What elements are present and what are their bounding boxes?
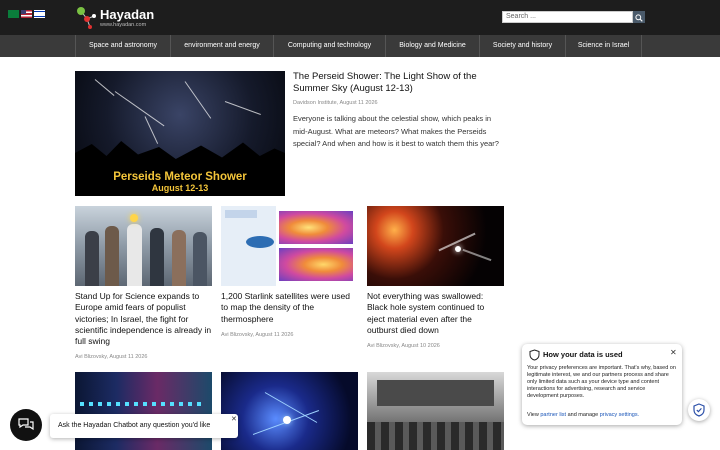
english-flag-icon[interactable]	[21, 10, 32, 18]
privacy-popup: How your data is used ✕ Your privacy pre…	[522, 344, 682, 425]
nav-item-space[interactable]: Space and astronomy	[75, 35, 170, 57]
search-icon	[635, 14, 643, 22]
top-bar: Hayadan www.hayadan.com Search ...	[0, 0, 720, 35]
tree-silhouette	[75, 141, 285, 171]
card-title-starlink[interactable]: 1,200 Starlink satellites were used to m…	[221, 291, 358, 325]
hero-image-date: August 12-13	[151, 183, 209, 193]
hero-image[interactable]: Perseids Meteor Shower August 12-13	[75, 71, 285, 196]
privacy-title: How your data is used	[543, 350, 623, 359]
card-meta-black-hole: Avi Blizovsky, August 10 2026	[367, 343, 440, 349]
card-meta-starlink: Avi Blizovsky, August 11 2026	[221, 332, 294, 338]
language-flags	[8, 10, 45, 18]
card-image-stand-up[interactable]	[75, 206, 212, 286]
nav-item-computing[interactable]: Computing and technology	[273, 35, 385, 57]
card-image-black-hole[interactable]	[367, 206, 504, 286]
nav-item-society[interactable]: Society and history	[479, 35, 565, 57]
nav-item-environment[interactable]: environment and energy	[170, 35, 273, 57]
hero-description: Everyone is talking about the celestial …	[293, 114, 499, 148]
privacy-shield-button[interactable]	[688, 399, 710, 421]
chatbot-button[interactable]	[10, 409, 42, 441]
card-meta-stand-up: Avi Blizovsky, August 11 2026	[75, 354, 148, 360]
hebrew-flag-icon[interactable]	[34, 10, 45, 18]
close-icon[interactable]: ✕	[670, 348, 677, 357]
hero-title[interactable]: The Perseid Shower: The Light Show of th…	[293, 71, 501, 95]
privacy-link-mid: and manage	[567, 412, 599, 418]
chat-bubbles-icon	[18, 418, 34, 431]
arabic-flag-icon[interactable]	[8, 10, 19, 18]
chatbot-tooltip-close-icon[interactable]: ✕	[231, 415, 237, 423]
nav-item-science-israel[interactable]: Science in Israel	[565, 35, 642, 57]
hero-image-caption: Perseids Meteor Shower	[113, 171, 247, 183]
shield-icon	[529, 349, 540, 361]
privacy-link-prefix: View	[527, 412, 539, 418]
search-button[interactable]	[633, 11, 645, 23]
card-image-starlink[interactable]	[221, 206, 358, 286]
card-title-black-hole[interactable]: Not everything was swallowed: Black hole…	[367, 291, 504, 336]
shield-check-icon	[693, 403, 705, 417]
nav-item-biology[interactable]: Biology and Medicine	[385, 35, 479, 57]
search-input[interactable]: Search ...	[502, 11, 633, 23]
chatbot-tooltip[interactable]: Ask the Hayadan Chatbot any question you…	[50, 414, 238, 438]
hero-meta: Davidson Institute, August 11 2026	[293, 100, 378, 106]
main-nav: Space and astronomy environment and ener…	[0, 35, 720, 57]
card-image-neurons[interactable]	[221, 372, 358, 450]
card-image-dna[interactable]	[75, 372, 212, 450]
privacy-settings-link[interactable]: privacy settings.	[600, 412, 639, 418]
card-title-stand-up[interactable]: Stand Up for Science expands to Europe a…	[75, 291, 212, 347]
privacy-body: Your privacy preferences are important. …	[527, 365, 676, 399]
card-image-lecture[interactable]	[367, 372, 504, 450]
privacy-links: View partner list and manage privacy set…	[527, 412, 639, 418]
logo-text[interactable]: Hayadan	[100, 7, 154, 22]
partner-list-link[interactable]: partner list	[540, 412, 566, 418]
logo-subtitle: www.hayadan.com	[100, 22, 147, 28]
